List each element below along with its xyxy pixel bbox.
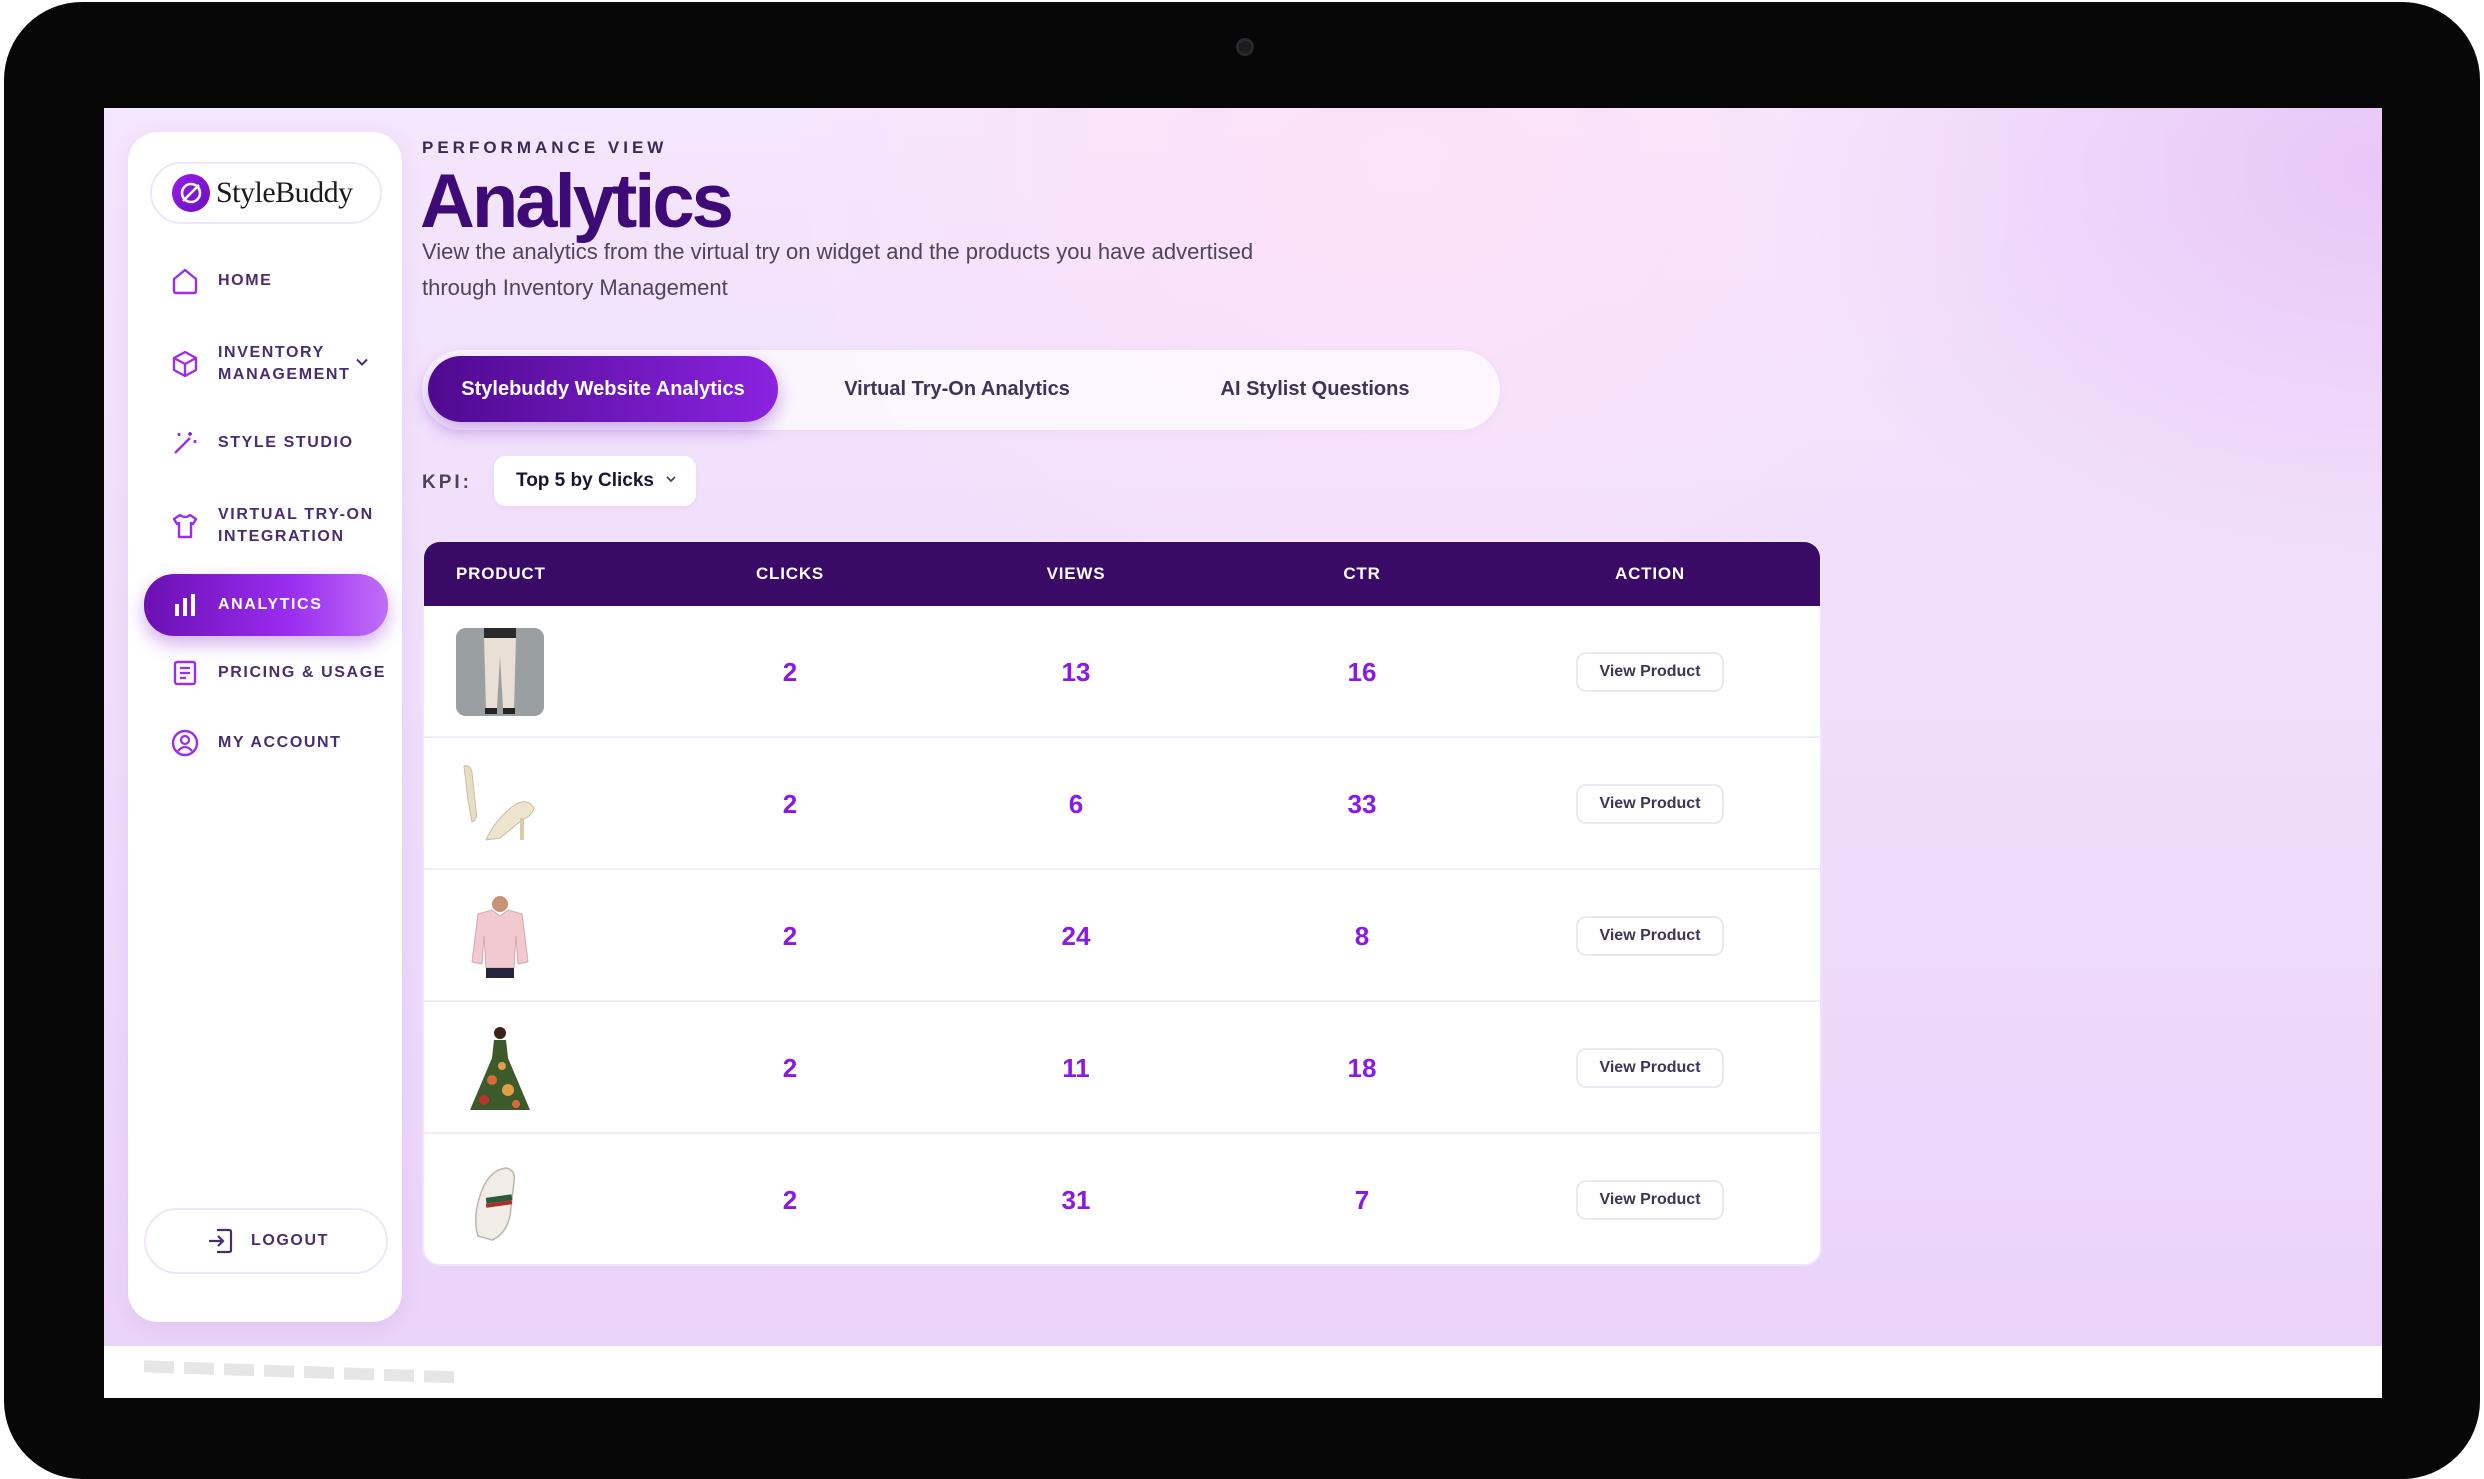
product-thumbnail-heels bbox=[456, 760, 544, 848]
sidebar-item-pricing-usage[interactable]: PRICING & USAGE bbox=[144, 648, 388, 698]
table-row: 2 13 16 View Product bbox=[424, 606, 1820, 738]
ctr-value: 8 bbox=[1354, 920, 1370, 951]
tab-ai-stylist-questions[interactable]: AI Stylist Questions bbox=[1136, 356, 1494, 422]
bar-chart-icon bbox=[168, 588, 202, 622]
table-row: 2 31 7 View Product bbox=[424, 1134, 1820, 1264]
logo-mark-icon bbox=[172, 174, 210, 212]
view-product-button[interactable]: View Product bbox=[1576, 916, 1724, 956]
sidebar-item-label: MY ACCOUNT bbox=[218, 734, 342, 751]
views-value: 6 bbox=[1068, 788, 1084, 819]
app-screen: StyleBuddy HOME INVENTORY MANAGEMENT STY… bbox=[104, 108, 2382, 1398]
product-thumbnail-trousers bbox=[456, 628, 544, 716]
camera-dot bbox=[1236, 38, 1254, 56]
sidebar: StyleBuddy HOME INVENTORY MANAGEMENT STY… bbox=[128, 132, 402, 1322]
brand-logo[interactable]: StyleBuddy bbox=[150, 162, 382, 224]
box-icon bbox=[168, 347, 202, 381]
page-description: View the analytics from the virtual try … bbox=[422, 239, 1254, 300]
magic-wand-icon bbox=[168, 426, 202, 460]
kpi-label: KPI: bbox=[422, 472, 472, 493]
column-header-ctr: CTR bbox=[1343, 564, 1381, 583]
clicks-value: 2 bbox=[782, 656, 798, 687]
view-product-button[interactable]: View Product bbox=[1576, 1180, 1724, 1220]
table-row: 2 11 18 View Product bbox=[424, 1002, 1820, 1134]
tab-website-analytics[interactable]: Stylebuddy Website Analytics bbox=[428, 356, 778, 422]
analytics-tabs: Stylebuddy Website Analytics Virtual Try… bbox=[422, 350, 1500, 430]
view-product-button[interactable]: View Product bbox=[1576, 784, 1724, 824]
views-value: 24 bbox=[1061, 920, 1091, 951]
logout-icon bbox=[203, 1224, 237, 1258]
tab-virtual-try-on-analytics[interactable]: Virtual Try-On Analytics bbox=[778, 356, 1136, 422]
product-thumbnail-dress bbox=[456, 1024, 544, 1112]
sidebar-item-analytics[interactable]: ANALYTICS bbox=[144, 574, 388, 636]
clicks-value: 2 bbox=[782, 1052, 798, 1083]
page-title: Analytics bbox=[420, 159, 734, 244]
brand-name: StyleBuddy bbox=[216, 176, 353, 209]
product-thumbnail-shirt bbox=[456, 892, 544, 980]
shirt-icon bbox=[168, 509, 202, 543]
table-row: 2 6 33 View Product bbox=[424, 738, 1820, 870]
table-row: 2 24 8 View Product bbox=[424, 870, 1820, 1002]
ctr-value: 33 bbox=[1347, 788, 1377, 819]
sidebar-item-my-account[interactable]: MY ACCOUNT bbox=[144, 718, 388, 768]
logout-label: LOGOUT bbox=[250, 1232, 330, 1249]
column-header-clicks: CLICKS bbox=[755, 564, 825, 583]
views-value: 13 bbox=[1061, 656, 1091, 687]
views-value: 31 bbox=[1061, 1184, 1091, 1215]
sidebar-item-label: PRICING & USAGE bbox=[218, 664, 387, 681]
sidebar-item-label: ANALYTICS bbox=[218, 596, 323, 613]
chevron-down-icon[interactable] bbox=[354, 354, 370, 375]
kpi-select-value: Top 5 by Clicks bbox=[516, 470, 654, 491]
chevron-down-icon bbox=[664, 470, 678, 492]
sidebar-item-inventory-management[interactable]: INVENTORY MANAGEMENT bbox=[144, 328, 388, 400]
sidebar-item-label: HOME bbox=[218, 272, 273, 289]
ctr-value: 16 bbox=[1347, 656, 1377, 687]
receipt-icon bbox=[168, 656, 202, 690]
column-header-action: ACTION bbox=[1615, 564, 1685, 583]
logout-button[interactable]: LOGOUT bbox=[144, 1208, 388, 1274]
user-circle-icon bbox=[168, 726, 202, 760]
clicks-value: 2 bbox=[782, 1184, 798, 1215]
ctr-value: 7 bbox=[1354, 1184, 1370, 1215]
product-thumbnail-loafers bbox=[456, 1156, 544, 1244]
home-icon bbox=[168, 264, 202, 298]
sidebar-item-style-studio[interactable]: STYLE STUDIO bbox=[144, 418, 388, 468]
sidebar-item-label: STYLE STUDIO bbox=[218, 434, 354, 451]
sidebar-item-label: VIRTUAL TRY-ON INTEGRATION bbox=[218, 506, 374, 545]
kpi-select[interactable]: Top 5 by Clicks bbox=[494, 456, 696, 506]
ctr-value: 18 bbox=[1347, 1052, 1377, 1083]
sidebar-item-virtual-try-on[interactable]: VIRTUAL TRY-ON INTEGRATION bbox=[144, 490, 388, 562]
views-value: 11 bbox=[1062, 1052, 1090, 1083]
column-header-product: PRODUCT bbox=[456, 564, 546, 583]
page-eyebrow: PERFORMANCE VIEW bbox=[422, 138, 668, 157]
clicks-value: 2 bbox=[782, 788, 798, 819]
table-header: PRODUCT CLICKS VIEWS CTR ACTION bbox=[424, 542, 1820, 606]
view-product-button[interactable]: View Product bbox=[1576, 652, 1724, 692]
sidebar-item-home[interactable]: HOME bbox=[144, 256, 388, 306]
sidebar-item-label: INVENTORY MANAGEMENT bbox=[218, 344, 351, 383]
view-product-button[interactable]: View Product bbox=[1576, 1048, 1724, 1088]
column-header-views: VIEWS bbox=[1046, 564, 1106, 583]
analytics-table: PRODUCT CLICKS VIEWS CTR ACTION 2 13 16 … bbox=[422, 540, 1822, 1266]
clicks-value: 2 bbox=[782, 920, 798, 951]
